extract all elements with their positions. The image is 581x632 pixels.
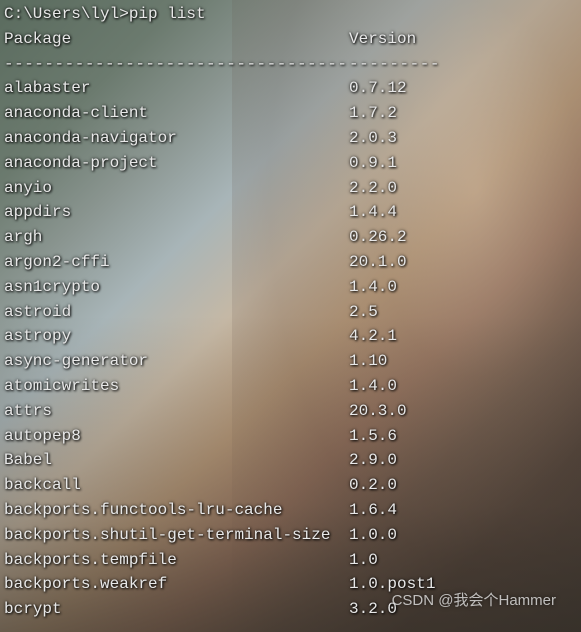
divider-version: --------- (349, 52, 440, 77)
package-name: atomicwrites (4, 374, 349, 399)
package-name: backcall (4, 473, 349, 498)
package-version: 1.10 (349, 349, 387, 374)
header-version: Version (349, 27, 416, 52)
table-row: argon2-cffi20.1.0 (4, 250, 577, 275)
package-name: anaconda-navigator (4, 126, 349, 151)
table-row: Babel2.9.0 (4, 448, 577, 473)
package-name: argh (4, 225, 349, 250)
package-name: anyio (4, 176, 349, 201)
package-version: 1.0.0 (349, 523, 397, 548)
table-row: anyio2.2.0 (4, 176, 577, 201)
package-name: backports.weakref (4, 572, 349, 597)
package-version: 2.5 (349, 300, 378, 325)
table-row: backports.shutil-get-terminal-size1.0.0 (4, 523, 577, 548)
package-name: asn1crypto (4, 275, 349, 300)
package-version: 1.0 (349, 548, 378, 573)
package-version: 0.9.1 (349, 151, 397, 176)
package-version: 2.0.3 (349, 126, 397, 151)
package-name: anaconda-client (4, 101, 349, 126)
package-version: 1.5.6 (349, 424, 397, 449)
package-version: 2.9.0 (349, 448, 397, 473)
package-name: alabaster (4, 76, 349, 101)
package-name: backports.tempfile (4, 548, 349, 573)
table-row: async-generator1.10 (4, 349, 577, 374)
package-version: 1.4.4 (349, 200, 397, 225)
table-divider: ---------------------------------- -----… (4, 52, 577, 77)
package-name: argon2-cffi (4, 250, 349, 275)
package-name: astropy (4, 324, 349, 349)
table-row: asn1crypto1.4.0 (4, 275, 577, 300)
table-row: atomicwrites1.4.0 (4, 374, 577, 399)
table-row: anaconda-project0.9.1 (4, 151, 577, 176)
package-version: 20.3.0 (349, 399, 407, 424)
package-version: 4.2.1 (349, 324, 397, 349)
package-name: backports.shutil-get-terminal-size (4, 523, 349, 548)
package-name: async-generator (4, 349, 349, 374)
table-row: backports.functools-lru-cache1.6.4 (4, 498, 577, 523)
table-row: astroid2.5 (4, 300, 577, 325)
table-row: autopep81.5.6 (4, 424, 577, 449)
package-version: 1.4.0 (349, 374, 397, 399)
package-version: 1.4.0 (349, 275, 397, 300)
table-row: backports.tempfile1.0 (4, 548, 577, 573)
package-name: backports.functools-lru-cache (4, 498, 349, 523)
package-name: appdirs (4, 200, 349, 225)
package-list: alabaster0.7.12anaconda-client1.7.2anaco… (4, 76, 577, 622)
table-row: astropy4.2.1 (4, 324, 577, 349)
package-version: 3.2.0 (349, 597, 397, 622)
table-row: appdirs1.4.4 (4, 200, 577, 225)
package-version: 20.1.0 (349, 250, 407, 275)
divider-package: ---------------------------------- (4, 52, 349, 77)
package-name: astroid (4, 300, 349, 325)
table-row: alabaster0.7.12 (4, 76, 577, 101)
package-name: attrs (4, 399, 349, 424)
package-version: 1.6.4 (349, 498, 397, 523)
package-version: 2.2.0 (349, 176, 397, 201)
package-version: 0.7.12 (349, 76, 407, 101)
terminal-output: C:\Users\lyl>pip list Package Version --… (0, 0, 581, 624)
package-name: autopep8 (4, 424, 349, 449)
package-version: 0.2.0 (349, 473, 397, 498)
header-package: Package (4, 27, 349, 52)
table-row: anaconda-navigator2.0.3 (4, 126, 577, 151)
table-header: Package Version (4, 27, 577, 52)
package-name: Babel (4, 448, 349, 473)
watermark-text: CSDN @我会个Hammer (392, 589, 556, 612)
package-version: 1.7.2 (349, 101, 397, 126)
command-prompt: C:\Users\lyl>pip list (4, 2, 577, 27)
package-name: bcrypt (4, 597, 349, 622)
table-row: anaconda-client1.7.2 (4, 101, 577, 126)
package-version: 0.26.2 (349, 225, 407, 250)
table-row: attrs20.3.0 (4, 399, 577, 424)
package-name: anaconda-project (4, 151, 349, 176)
table-row: argh0.26.2 (4, 225, 577, 250)
table-row: backcall0.2.0 (4, 473, 577, 498)
